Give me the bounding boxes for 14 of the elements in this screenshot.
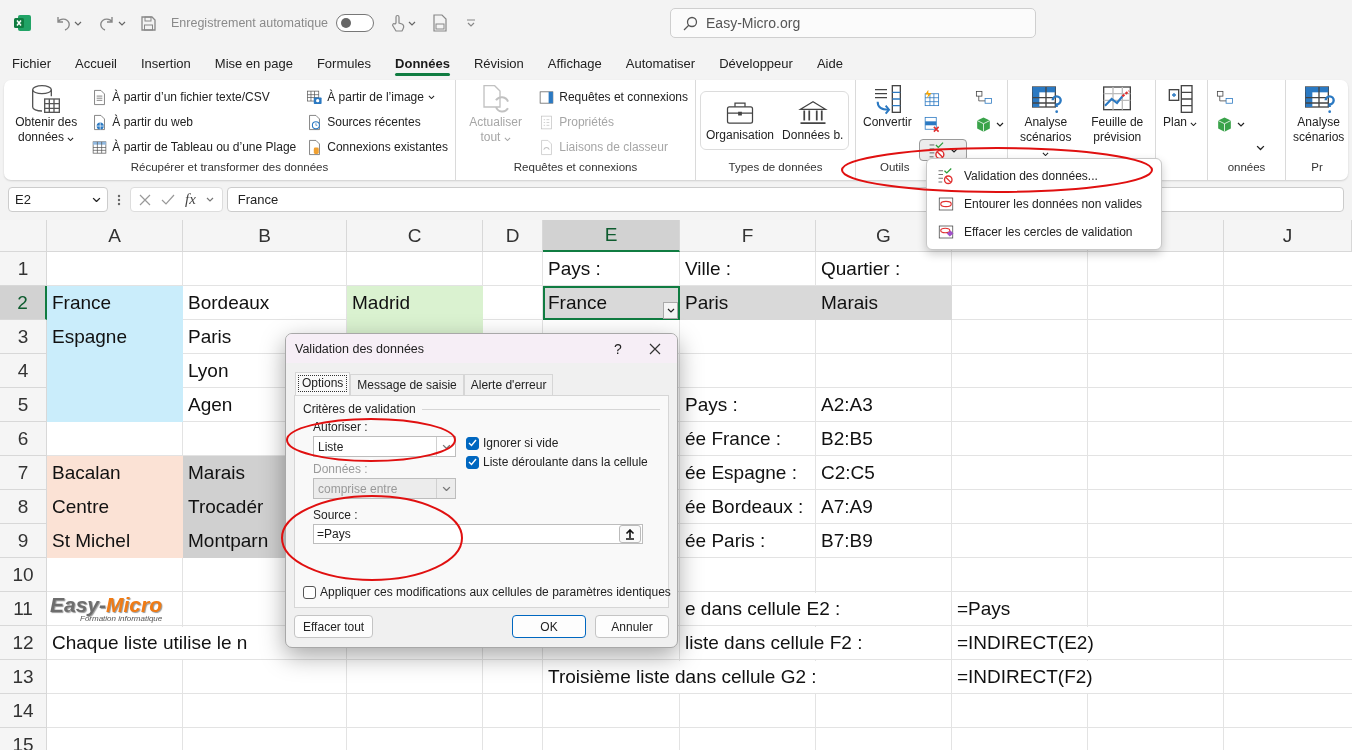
section-title: Critères de validation xyxy=(303,402,416,416)
logo: Easy-Micro Formation informatique xyxy=(50,594,163,623)
checkbox-label: Ignorer si vide xyxy=(483,436,559,450)
checkbox-label: Liste déroulante dans la cellule xyxy=(483,455,648,469)
group-label: onnées xyxy=(1227,161,1266,175)
group-label: Types de données xyxy=(728,161,823,175)
group-label: Requêtes et connexions xyxy=(513,161,638,175)
field-label: Autoriser : xyxy=(313,420,369,434)
autosave-label: Enregistrement automatique xyxy=(171,16,329,30)
dialog-title: Validation des données xyxy=(295,341,426,356)
checkbox-label: Appliquer ces modifications aux cellules de paramètres identiques xyxy=(320,585,671,599)
group-label: Pr xyxy=(1311,161,1323,175)
group-label: Récupérer et transformer des données xyxy=(130,161,329,175)
group-label: Outils xyxy=(880,161,910,175)
